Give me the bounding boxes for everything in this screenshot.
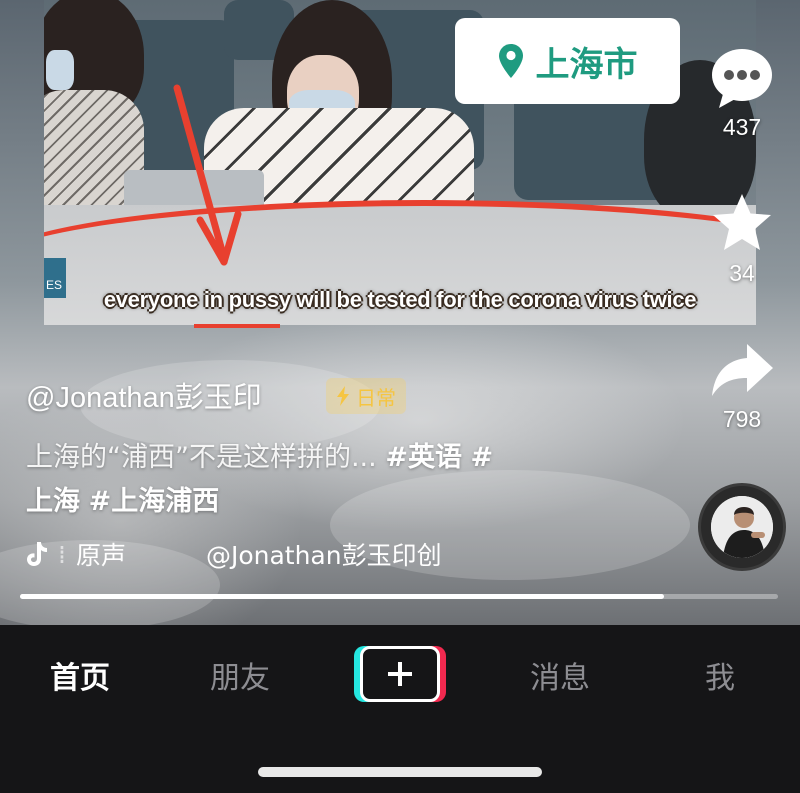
subtitle-underline	[194, 324, 280, 328]
comments-button[interactable]: 437	[702, 44, 782, 141]
lightning-icon	[337, 386, 349, 406]
tiktok-note-icon	[27, 542, 47, 566]
daily-tag-label: 日常	[356, 385, 396, 410]
hashtag-english[interactable]: #英语	[385, 442, 462, 473]
tab-home[interactable]: 首页	[20, 653, 140, 697]
hashtag-shanghai[interactable]: 上海	[26, 486, 80, 517]
tab-me[interactable]: 我	[660, 653, 780, 697]
description-text: 上海的“浦西”不是这样拼的...	[26, 442, 377, 473]
map-pin-icon	[498, 44, 523, 78]
comments-count: 437	[722, 114, 762, 140]
video-feed-screen: ES everyone in pussy will be tested for …	[0, 0, 800, 793]
home-indicator[interactable]	[258, 767, 542, 777]
plus-icon	[388, 662, 412, 686]
music-row[interactable]: ⁞ 原声 @Jonathan彭玉印创	[26, 536, 476, 572]
avatar	[711, 496, 773, 558]
video-description: 上海的“浦西”不是这样拼的... #英语 # 上海 #上海浦西	[26, 436, 586, 524]
hashtag-shanghai-prefix[interactable]: #	[471, 442, 494, 473]
bottom-nav: 首页 朋友 消息 我	[0, 625, 800, 793]
daily-tag[interactable]: 日常	[326, 378, 406, 414]
speech-bubble-icon	[712, 49, 772, 108]
progress-fill	[20, 594, 665, 599]
music-author: @Jonathan彭玉印创	[205, 541, 442, 570]
tab-messages[interactable]: 消息	[500, 653, 620, 697]
location-badge[interactable]: 上海市	[455, 18, 680, 104]
share-arrow-icon	[712, 344, 773, 396]
music-disc-avatar[interactable]	[698, 483, 786, 571]
favorite-button[interactable]: 34	[702, 190, 782, 287]
author-handle[interactable]: @Jonathan彭玉印	[26, 374, 262, 416]
shares-count: 798	[722, 406, 762, 432]
share-button[interactable]: 798	[702, 340, 782, 433]
music-label: 原声	[75, 541, 126, 570]
create-button[interactable]	[354, 646, 446, 702]
video-subtitle: everyone in pussy will be tested for the…	[103, 287, 697, 312]
star-icon	[713, 194, 771, 250]
location-text: 上海市	[535, 44, 638, 85]
hashtag-shanghai-puxi[interactable]: #上海浦西	[89, 486, 220, 517]
favorites-count: 34	[729, 260, 755, 286]
video-progress-bar[interactable]	[20, 594, 778, 599]
tab-friends[interactable]: 朋友	[180, 653, 300, 697]
